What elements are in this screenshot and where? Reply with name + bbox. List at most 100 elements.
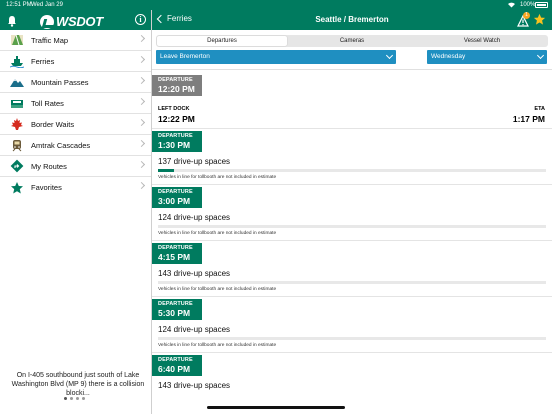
menu-item-label: Traffic Map xyxy=(31,35,69,45)
amtrak-icon xyxy=(10,138,24,152)
tollbooth-note: Vehicles in line for tollbooth are not i… xyxy=(158,287,277,292)
chevron-right-icon xyxy=(137,118,146,127)
chevron-right-icon xyxy=(137,76,146,85)
eta-label: ETA xyxy=(534,106,545,112)
page-dot xyxy=(82,397,85,400)
departure-time: 1:30 PM xyxy=(158,140,191,150)
left-dock-time: 12:22 PM xyxy=(158,114,195,124)
mountain-icon xyxy=(10,75,24,89)
departure-time: 3:00 PM xyxy=(158,196,191,206)
main-menu: Traffic Map Ferries Mountain Passes Toll… xyxy=(0,30,151,198)
sailing-card[interactable]: DEPARTURE 4:15 PM 143 drive-up spaces Ve… xyxy=(152,240,552,296)
route-icon xyxy=(10,159,24,173)
menu-item-mountain-passes[interactable]: Mountain Passes xyxy=(0,72,151,93)
highway-alert-text[interactable]: On I-405 southbound just south of Lake W… xyxy=(8,371,148,398)
drive-up-spaces: 143 drive-up spaces xyxy=(158,269,231,278)
detail-header: Ferries Seattle / Bremerton 1 xyxy=(152,10,552,30)
sailing-card[interactable]: DEPARTURE 5:30 PM 124 drive-up spaces Ve… xyxy=(152,296,552,352)
status-bar: 12:51 PM Wed Jan 29 100% xyxy=(0,0,552,10)
chevron-right-icon xyxy=(137,97,146,106)
chevron-right-icon xyxy=(137,139,146,148)
chevron-right-icon xyxy=(137,34,146,43)
chevron-down-icon xyxy=(385,51,394,60)
menu-item-my-routes[interactable]: My Routes xyxy=(0,156,151,177)
departure-tag: DEPARTURE 6:40 PM xyxy=(152,355,202,376)
home-indicator[interactable] xyxy=(207,406,345,409)
departure-time: 6:40 PM xyxy=(158,364,191,374)
tab-vessel-watch[interactable]: Vessel Watch xyxy=(417,36,547,46)
direction-value: Leave Bremerton xyxy=(160,53,210,60)
departure-label: DEPARTURE xyxy=(158,133,193,139)
page-dot xyxy=(64,397,67,400)
departure-label: DEPARTURE xyxy=(158,77,193,83)
page-dot xyxy=(76,397,79,400)
chevron-down-icon xyxy=(536,51,545,60)
wifi-icon xyxy=(507,1,516,10)
tollbooth-note: Vehicles in line for tollbooth are not i… xyxy=(158,175,277,180)
departure-label: DEPARTURE xyxy=(158,189,193,195)
page-title: Seattle / Bremerton xyxy=(315,15,389,24)
drive-up-spaces: 124 drive-up spaces xyxy=(158,325,231,334)
status-time: 12:51 PM xyxy=(6,2,32,8)
info-icon[interactable]: i xyxy=(135,14,146,25)
capacity-bar xyxy=(158,225,546,228)
sailing-card[interactable]: DEPARTURE 3:00 PM 124 drive-up spaces Ve… xyxy=(152,184,552,240)
menu-item-label: Toll Rates xyxy=(31,98,64,108)
departure-time: 4:15 PM xyxy=(158,252,191,262)
departure-label: DEPARTURE xyxy=(158,245,193,251)
sailing-card[interactable]: DEPARTURE 1:30 PM 137 drive-up spaces Ve… xyxy=(152,128,552,184)
capacity-bar-fill xyxy=(158,169,174,172)
departure-tag: DEPARTURE 5:30 PM xyxy=(152,299,202,320)
menu-item-ferries[interactable]: Ferries xyxy=(0,51,151,72)
day-value: Wednesday xyxy=(431,53,466,60)
logo-text: WSDOT xyxy=(56,14,103,29)
menu-item-toll-rates[interactable]: Toll Rates xyxy=(0,93,151,114)
battery-icon xyxy=(535,2,548,8)
direction-select[interactable]: Leave Bremerton xyxy=(156,50,396,64)
view-segmented-control: Departures Cameras Vessel Watch xyxy=(156,35,548,47)
eta-time: 1:17 PM xyxy=(512,114,545,124)
left-dock-label: LEFT DOCK xyxy=(158,106,190,112)
departure-tag: DEPARTURE 12:20 PM xyxy=(152,75,202,96)
page-dot xyxy=(70,397,73,400)
menu-item-amtrak-cascades[interactable]: Amtrak Cascades xyxy=(0,135,151,156)
menu-item-traffic-map[interactable]: Traffic Map xyxy=(0,30,151,51)
bell-icon[interactable] xyxy=(7,14,17,27)
menu-item-border-waits[interactable]: Border Waits xyxy=(0,114,151,135)
menu-item-label: Ferries xyxy=(31,56,55,66)
departure-tag: DEPARTURE 4:15 PM xyxy=(152,243,202,264)
current-sailing-card[interactable]: DEPARTURE 12:20 PM LEFT DOCK 12:22 PM ET… xyxy=(152,75,552,127)
menu-item-label: Mountain Passes xyxy=(31,77,89,87)
departure-label: DEPARTURE xyxy=(158,301,193,307)
battery-percent: 100% xyxy=(520,2,536,8)
alert-count-badge: 1 xyxy=(523,12,530,19)
left-header: WSDOT i xyxy=(0,10,151,30)
tollbooth-note: Vehicles in line for tollbooth are not i… xyxy=(158,343,277,348)
tab-departures[interactable]: Departures xyxy=(157,36,287,46)
drive-up-spaces: 143 drive-up spaces xyxy=(158,381,231,390)
chevron-right-icon xyxy=(137,55,146,64)
divider xyxy=(152,69,552,70)
menu-item-label: My Routes xyxy=(31,161,67,171)
capacity-bar xyxy=(158,337,546,340)
wsdot-logo-icon xyxy=(40,14,54,29)
menu-item-favorites[interactable]: Favorites xyxy=(0,177,151,198)
departure-tag: DEPARTURE 3:00 PM xyxy=(152,187,202,208)
page-indicator[interactable] xyxy=(64,397,88,400)
tab-cameras[interactable]: Cameras xyxy=(287,36,417,46)
tollbooth-note: Vehicles in line for tollbooth are not i… xyxy=(158,231,277,236)
wsdot-logo: WSDOT xyxy=(40,14,103,29)
star-icon xyxy=(10,181,24,195)
sailing-card[interactable]: DEPARTURE 6:40 PM 143 drive-up spaces xyxy=(152,352,552,408)
capacity-bar xyxy=(158,169,546,172)
capacity-bar xyxy=(158,281,546,284)
drive-up-spaces: 137 drive-up spaces xyxy=(158,157,231,166)
toll-icon xyxy=(10,96,24,110)
departure-label: DEPARTURE xyxy=(158,357,193,363)
favorite-star-icon[interactable] xyxy=(533,13,546,26)
chevron-right-icon xyxy=(137,181,146,190)
departure-time: 12:20 PM xyxy=(158,84,195,94)
traffic-map-icon xyxy=(10,33,24,47)
day-select[interactable]: Wednesday xyxy=(427,50,547,64)
menu-item-label: Border Waits xyxy=(31,119,75,129)
